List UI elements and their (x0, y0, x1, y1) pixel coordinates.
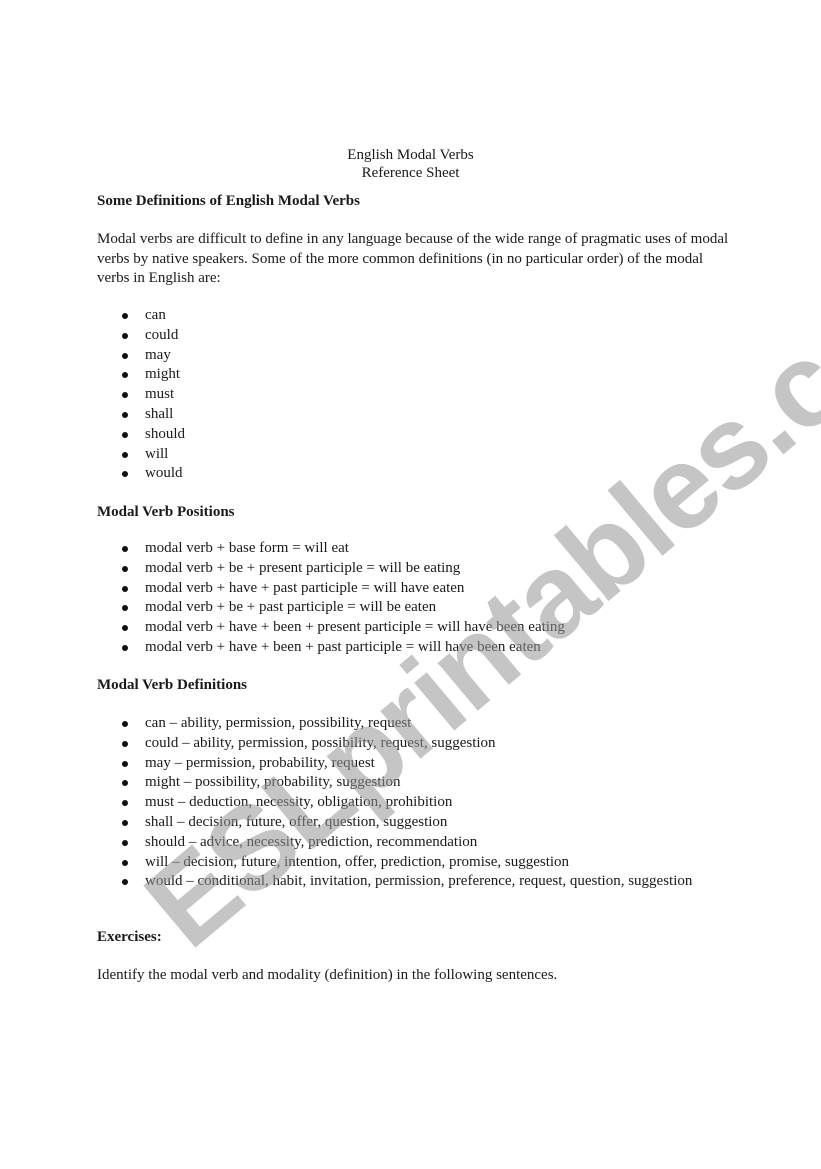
list-item: modal verb + be + present participle = w… (97, 559, 717, 579)
list-item: may (97, 346, 717, 366)
list-item: modal verb + have + been + past particip… (97, 638, 717, 658)
modal-verb-list: can could may might must shall should wi… (97, 306, 717, 484)
list-item: must – deduction, necessity, obligation,… (97, 793, 717, 813)
list-item: would (97, 464, 717, 484)
bullet-icon (122, 372, 128, 379)
section-heading-positions: Modal Verb Positions (97, 504, 235, 520)
bullet-icon (122, 859, 128, 866)
section-heading-exercises: Exercises: (97, 929, 162, 945)
section-heading-modal-definitions: Modal Verb Definitions (97, 677, 248, 693)
bullet-icon (122, 644, 128, 651)
list-item: should – advice, necessity, prediction, … (97, 833, 717, 853)
list-item: modal verb + have + been + present parti… (97, 618, 717, 638)
bullet-icon (122, 740, 128, 747)
document-title: English Modal Verbs Reference Sheet (0, 146, 821, 182)
bullet-icon (122, 332, 128, 339)
list-item: modal verb + base form = will eat (97, 539, 717, 559)
section-heading-definitions: Some Definitions of English Modal Verbs (97, 193, 360, 209)
list-item: might (97, 365, 717, 385)
bullet-icon (122, 605, 128, 612)
bullet-icon (122, 585, 128, 592)
intro-paragraph: Modal verbs are difficult to define in a… (97, 231, 729, 286)
list-item: can (97, 306, 717, 326)
title-line-1: English Modal Verbs (347, 147, 474, 163)
bullet-icon (122, 839, 128, 846)
list-item: must (97, 385, 717, 405)
bullet-icon (122, 313, 128, 319)
list-item: would – conditional, habit, invitation, … (97, 872, 717, 892)
bullet-icon (122, 760, 128, 767)
definitions-list: can – ability, permission, possibility, … (97, 714, 717, 892)
bullet-icon (122, 800, 128, 807)
exercises-instructions: Identify the modal verb and modality (de… (97, 967, 558, 983)
bullet-icon (122, 352, 128, 359)
bullet-icon (122, 625, 128, 632)
bullet-icon (122, 411, 128, 418)
bullet-icon (122, 471, 128, 478)
list-item: might – possibility, probability, sugges… (97, 773, 717, 793)
list-item: shall (97, 405, 717, 425)
bullet-icon (122, 565, 128, 572)
bullet-icon (122, 392, 128, 399)
bullet-icon (122, 546, 128, 552)
list-item: can – ability, permission, possibility, … (97, 714, 717, 734)
bullet-icon (122, 879, 128, 886)
list-item: could – ability, permission, possibility… (97, 734, 717, 754)
positions-list: modal verb + base form = will eat modal … (97, 539, 717, 658)
list-item: may – permission, probability, request (97, 754, 717, 774)
list-item: could (97, 326, 717, 346)
title-line-2: Reference Sheet (361, 165, 460, 181)
list-item: should (97, 425, 717, 445)
list-item: will (97, 445, 717, 465)
list-item: modal verb + be + past participle = will… (97, 598, 717, 618)
bullet-icon (122, 780, 128, 787)
bullet-icon (122, 431, 128, 438)
list-item: modal verb + have + past participle = wi… (97, 579, 717, 599)
list-item: will – decision, future, intention, offe… (97, 853, 717, 873)
bullet-icon (122, 451, 128, 458)
bullet-icon (122, 819, 128, 826)
document-page: English Modal Verbs Reference Sheet Some… (0, 0, 821, 1169)
list-item: shall – decision, future, offer, questio… (97, 813, 717, 833)
bullet-icon (122, 721, 128, 727)
